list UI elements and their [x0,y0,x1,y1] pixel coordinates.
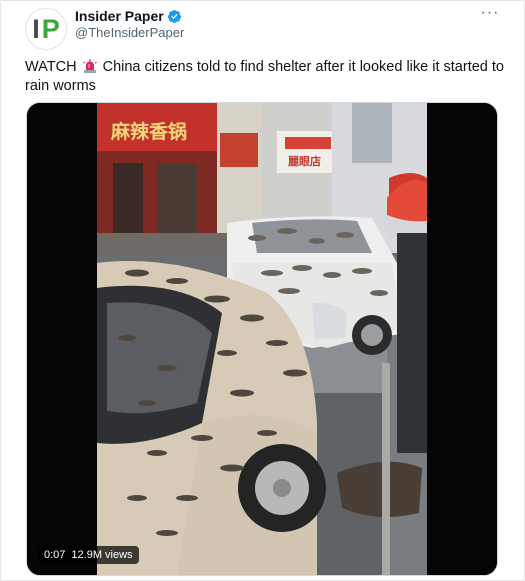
avatar-letter-p: P [41,13,60,44]
tweet-card[interactable]: I P Insider Paper @TheInsiderPaper ··· W… [0,0,525,581]
tweet-prefix: WATCH [25,59,77,75]
author-name-row: Insider Paper [75,8,182,24]
video-views: 12.9M views [71,549,133,561]
verified-badge-icon [167,9,181,23]
video-stats-badge: 0:07 12.9M views [38,546,139,564]
tweet-text: WATCH China citizens told to find shelte… [25,58,510,96]
shop-sign: 麗眼店 [288,154,321,168]
avatar-letter-i: I [32,13,40,44]
video-player[interactable]: 麻辣香锅 麗眼店 0:07 12.9M views [26,102,498,576]
tweet-body: China citizens told to find shelter afte… [25,59,504,94]
author-handle[interactable]: @TheInsiderPaper [75,25,184,40]
video-frame: 麻辣香锅 麗眼店 [27,103,497,575]
avatar[interactable]: I P [25,8,67,50]
storefront-sign: 麻辣香锅 [110,120,187,143]
siren-icon [82,59,97,73]
video-time: 0:07 [44,549,66,561]
author-name[interactable]: Insider Paper [75,8,164,24]
more-options-icon[interactable]: ··· [480,3,500,23]
